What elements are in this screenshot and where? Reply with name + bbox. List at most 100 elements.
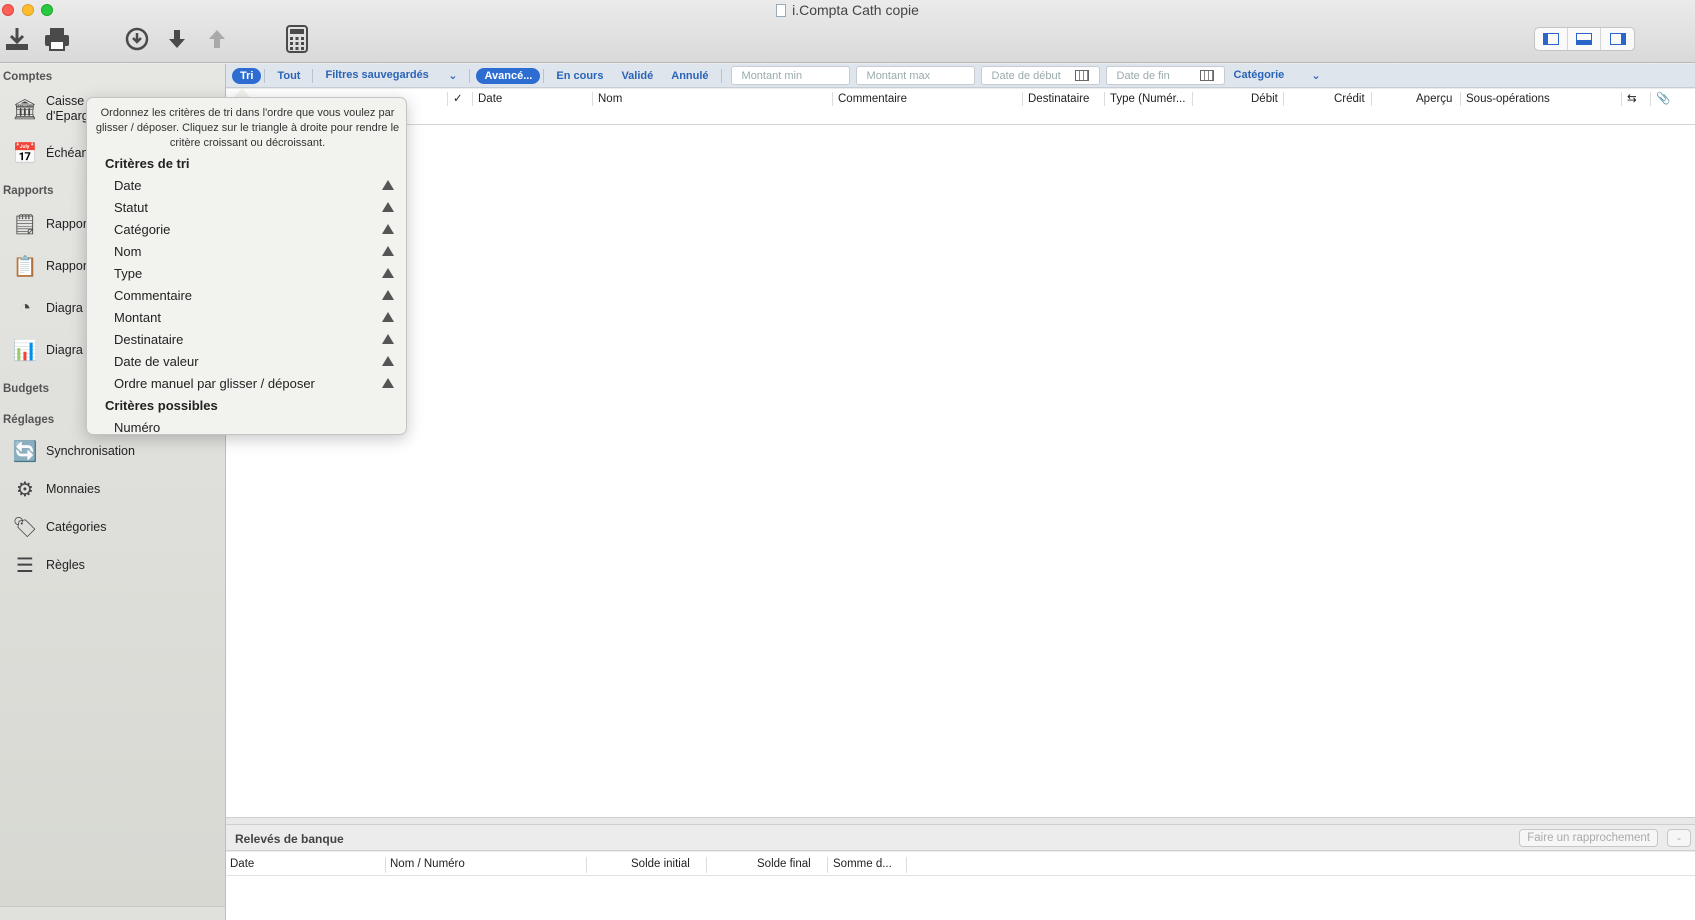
toggle-right-panel-button[interactable]	[1601, 28, 1634, 50]
possible-criterion-item[interactable]: Numéro	[114, 420, 394, 434]
column-header-destinataire[interactable]: Destinataire	[1022, 92, 1089, 106]
sort-criterion-label: Type	[114, 266, 143, 281]
arrow-down-icon	[169, 30, 185, 48]
toggle-sidebar-button[interactable]	[1535, 28, 1568, 50]
saved-filters-select[interactable]: Filtres sauvegardés ⌄	[316, 69, 466, 82]
document-icon	[776, 4, 787, 17]
column-header-commentaire[interactable]: Commentaire	[832, 92, 907, 106]
sidebar-item-categories[interactable]: 🏷 Catégories	[12, 514, 106, 540]
sidebar-item-caisse[interactable]: 🏛 Caisse d'Eparg	[12, 94, 88, 124]
column-header-date[interactable]: Date	[472, 92, 502, 106]
sidebar-item-echeances[interactable]: 📅 Échéan	[12, 140, 89, 166]
column-header-somme[interactable]: Somme d...	[833, 857, 892, 871]
column-separator	[1371, 92, 1372, 106]
column-header-sous-operations[interactable]: Sous-opérations	[1460, 92, 1550, 106]
column-header-nom-numero[interactable]: Nom / Numéro	[390, 857, 465, 871]
toggle-bottom-panel-button[interactable]	[1568, 28, 1601, 50]
print-button[interactable]	[42, 24, 72, 54]
sort-direction-triangle-icon[interactable]	[382, 378, 394, 388]
print-icon	[45, 28, 69, 51]
filter-all-button[interactable]: Tout	[268, 70, 309, 82]
column-separator	[1283, 92, 1284, 106]
sort-direction-triangle-icon[interactable]	[382, 202, 394, 212]
calendar-icon[interactable]	[1199, 70, 1214, 81]
view-toggles	[1534, 27, 1635, 51]
operations-list[interactable]	[226, 125, 1695, 817]
sidebar-item-monnaies[interactable]: ⚙ Monnaies	[12, 476, 100, 502]
sort-criterion-item[interactable]: Montant	[114, 310, 394, 325]
sort-criterion-label: Montant	[114, 310, 161, 325]
sort-criterion-label: Nom	[114, 244, 142, 259]
sort-criterion-item[interactable]: Statut	[114, 200, 394, 215]
calculator-button[interactable]	[282, 24, 312, 54]
popover-help-text: Ordonnez les critères de tri dans l'ordr…	[95, 107, 400, 149]
move-up-button[interactable]	[202, 24, 232, 54]
category-select[interactable]: Catégorie ⌄	[1225, 69, 1330, 82]
sidebar-item-diagramme-2[interactable]: 📊 Diagra	[12, 337, 83, 363]
sort-criterion-item[interactable]: Date	[114, 178, 394, 193]
advanced-filter-button[interactable]: Avancé...	[476, 67, 541, 84]
sort-direction-triangle-icon[interactable]	[382, 290, 394, 300]
sidebar-item-regles[interactable]: ☰ Règles	[12, 552, 85, 578]
sidebar-item-synchronisation[interactable]: 🔄 Synchronisation	[12, 438, 135, 464]
sort-criterion-item[interactable]: Destinataire	[114, 332, 394, 347]
separator	[312, 68, 314, 83]
amount-min-input[interactable]: Montant min	[730, 66, 850, 85]
column-separator	[827, 857, 828, 873]
sort-criterion-item[interactable]: Date de valeur	[114, 354, 394, 369]
move-down-button[interactable]	[162, 24, 192, 54]
separator	[469, 68, 471, 83]
start-date-input[interactable]: Date de début	[980, 66, 1100, 85]
column-separator	[1192, 92, 1193, 106]
column-header-check[interactable]: ✓	[447, 92, 463, 106]
sidebar-footer	[0, 906, 225, 920]
reconcile-button[interactable]: Faire un rapprochement	[1519, 829, 1658, 847]
section-budgets[interactable]: Budgets	[3, 383, 49, 395]
column-separator	[706, 857, 707, 873]
sidebar-item-rapport-2[interactable]: 📋 Rappor	[12, 253, 87, 279]
end-date-input[interactable]: Date de fin	[1105, 66, 1225, 85]
sort-direction-triangle-icon[interactable]	[382, 356, 394, 366]
title-bar: i.Compta Cath copie	[0, 0, 1695, 63]
split-view-divider[interactable]	[226, 817, 1695, 825]
sort-criterion-item[interactable]: Type	[114, 266, 394, 281]
section-rapports: Rapports	[3, 185, 54, 197]
column-header-solde-initial[interactable]: Solde initial	[631, 857, 690, 871]
sort-criterion-item[interactable]: Commentaire	[114, 288, 394, 303]
sort-criterion-item[interactable]: Ordre manuel par glisser / déposer	[114, 376, 394, 391]
import-button[interactable]	[2, 24, 32, 54]
transfer-icon[interactable]: ⇆	[1621, 92, 1637, 106]
tags-icon: 🏷	[12, 516, 38, 539]
sort-criterion-item[interactable]: Nom	[114, 244, 394, 259]
remove-statement-button[interactable]: -	[1667, 829, 1691, 847]
sort-direction-triangle-icon[interactable]	[382, 268, 394, 278]
column-header-solde-final[interactable]: Solde final	[757, 857, 811, 871]
sort-direction-triangle-icon[interactable]	[382, 180, 394, 190]
column-header-apercu[interactable]: Aperçu	[1411, 92, 1452, 106]
next-operation-button[interactable]	[122, 24, 152, 54]
sort-direction-triangle-icon[interactable]	[382, 224, 394, 234]
sort-criterion-item[interactable]: Catégorie	[114, 222, 394, 237]
column-separator	[586, 857, 587, 873]
operations-table-header: ✓ Date Nom Commentaire Destinataire Type…	[226, 89, 1695, 125]
calendar-icon[interactable]	[1074, 70, 1089, 81]
filter-annule-button[interactable]: Annulé	[662, 70, 717, 82]
statements-list[interactable]	[226, 876, 1695, 920]
sync-icon: 🔄	[12, 440, 38, 463]
filter-valide-button[interactable]: Validé	[612, 70, 662, 82]
filter-en-cours-button[interactable]: En cours	[547, 70, 612, 82]
column-header-nom[interactable]: Nom	[592, 92, 622, 106]
sidebar-item-diagramme-1[interactable]: ◔ Diagra	[12, 295, 83, 321]
sidebar-item-rapport-1[interactable]: 🗒 Rappor	[12, 211, 87, 237]
attachment-icon[interactable]: 📎	[1650, 92, 1670, 106]
sort-direction-triangle-icon[interactable]	[382, 246, 394, 256]
amount-max-input[interactable]: Montant max	[855, 66, 975, 85]
sort-direction-triangle-icon[interactable]	[382, 312, 394, 322]
sort-direction-triangle-icon[interactable]	[382, 334, 394, 344]
right-panel-layout-icon	[1609, 33, 1626, 45]
column-header-credit[interactable]: Crédit	[1329, 92, 1365, 106]
column-header-type[interactable]: Type (Numér...	[1104, 92, 1185, 106]
column-header-statement-date[interactable]: Date	[230, 857, 254, 871]
column-header-debit[interactable]: Débit	[1246, 92, 1278, 106]
sort-button[interactable]: Tri	[232, 67, 262, 84]
